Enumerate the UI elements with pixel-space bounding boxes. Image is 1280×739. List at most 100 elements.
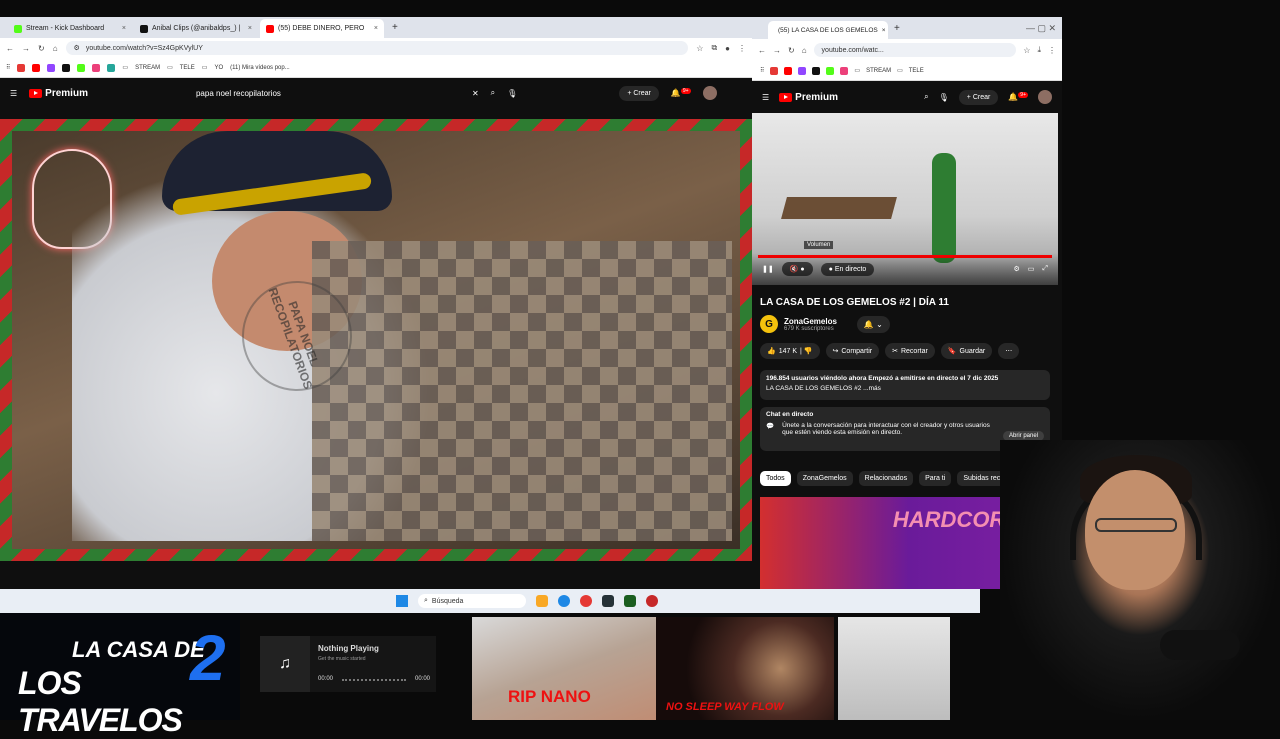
- url-field[interactable]: ⚙ youtube.com/watch?v=Sz4GpKVylUY: [65, 41, 689, 55]
- chip-related[interactable]: Relacionados: [858, 471, 914, 486]
- bookmark-icon[interactable]: [770, 66, 779, 75]
- app-icon[interactable]: [624, 595, 636, 607]
- hamburger-icon[interactable]: ☰: [10, 89, 17, 98]
- bookmark-icon[interactable]: [92, 63, 101, 72]
- menu-icon[interactable]: ⋮: [1048, 46, 1056, 55]
- live-video-player[interactable]: Volumen ❚❚ 🔇 ● ● En directo ⚙ ▭ ⤢: [752, 113, 1058, 285]
- steam-icon[interactable]: [602, 595, 614, 607]
- standing-person: [932, 153, 956, 263]
- chip-channel[interactable]: ZonaGemelos: [796, 471, 853, 486]
- subscribed-bell-button[interactable]: 🔔 ⌄: [856, 315, 890, 333]
- chip-all[interactable]: Todos: [760, 471, 791, 486]
- bookmark-icon[interactable]: [812, 66, 821, 75]
- youtube-icon: [266, 24, 274, 33]
- url-field[interactable]: youtube.com/watc...: [813, 43, 1017, 57]
- mute-icon[interactable]: 🔇 ●: [781, 262, 813, 276]
- avatar[interactable]: [1038, 90, 1052, 104]
- menu-icon[interactable]: ⋮: [738, 44, 746, 53]
- create-button[interactable]: + Crear: [958, 89, 999, 105]
- site-info-icon[interactable]: ⚙: [74, 44, 80, 52]
- back-icon[interactable]: ←: [6, 44, 14, 53]
- bookmark-icon[interactable]: [826, 66, 835, 75]
- window-controls[interactable]: — ▢ ✕: [1026, 23, 1062, 34]
- bookmark-icon[interactable]: [784, 66, 793, 75]
- obs-icon[interactable]: [580, 595, 592, 607]
- channel-avatar[interactable]: G: [760, 315, 778, 333]
- mic-icon[interactable]: 🎙: [939, 93, 949, 102]
- now-playing-subtitle: Get the music started: [318, 656, 366, 662]
- new-tab-button[interactable]: +: [386, 22, 404, 33]
- settings-icon[interactable]: ⚙: [1013, 265, 1019, 273]
- taskbar-search[interactable]: ⌕ Búsqueda: [418, 594, 526, 608]
- extensions-icon[interactable]: ⧉: [711, 43, 717, 53]
- video-player[interactable]: PAPA NOEL RECOPILATORIOS: [0, 119, 752, 561]
- bookmark-icon[interactable]: [107, 63, 116, 72]
- live-badge[interactable]: ● En directo: [820, 262, 875, 276]
- bookmark-folder[interactable]: TELE: [180, 65, 195, 71]
- pause-icon[interactable]: ❚❚: [762, 265, 774, 273]
- bell-icon[interactable]: 🔔 9+: [671, 88, 691, 98]
- close-icon[interactable]: ×: [122, 25, 126, 32]
- bookmark-link[interactable]: (11) Mira vídeos pop...: [230, 65, 290, 71]
- search-input[interactable]: papa noel recopilatorios: [190, 83, 460, 103]
- create-button[interactable]: + Crear: [619, 85, 659, 101]
- back-icon[interactable]: ←: [758, 46, 766, 55]
- close-icon[interactable]: ×: [248, 25, 252, 32]
- star-icon[interactable]: ☆: [1023, 46, 1030, 55]
- chip-for-you[interactable]: Para ti: [919, 471, 952, 486]
- home-icon[interactable]: ⌂: [802, 46, 807, 55]
- clip-button[interactable]: ✂ Recortar: [885, 343, 935, 359]
- hamburger-icon[interactable]: ☰: [762, 93, 769, 102]
- bookmark-icon[interactable]: [77, 63, 86, 72]
- bell-icon[interactable]: 🔔 9+: [1008, 92, 1028, 102]
- share-button[interactable]: ↪ Compartir: [825, 343, 880, 359]
- search-icon[interactable]: ⌕: [924, 92, 928, 102]
- clear-search-icon[interactable]: ✕: [472, 89, 479, 98]
- new-tab-button[interactable]: +: [888, 23, 906, 34]
- search-icon[interactable]: ⌕: [491, 88, 495, 98]
- like-button[interactable]: 👍 147 K | 👎: [760, 343, 820, 359]
- bookmark-icon[interactable]: [840, 66, 849, 75]
- bookmark-icon[interactable]: [798, 66, 807, 75]
- star-icon[interactable]: ☆: [696, 44, 703, 53]
- chrome-icon[interactable]: [558, 595, 570, 607]
- bookmark-icon[interactable]: [32, 63, 41, 72]
- close-icon[interactable]: ×: [882, 27, 886, 34]
- theater-icon[interactable]: ▭: [1028, 265, 1035, 273]
- home-icon[interactable]: ⌂: [53, 44, 58, 53]
- windows-start-icon[interactable]: [396, 595, 408, 607]
- app-icon[interactable]: [646, 595, 658, 607]
- youtube-logo[interactable]: Premium: [29, 88, 88, 99]
- download-icon[interactable]: ⤓: [1037, 45, 1041, 55]
- notification-badge: 9+: [1018, 92, 1028, 99]
- forward-icon[interactable]: →: [22, 44, 30, 53]
- description-box[interactable]: 196.854 usuarios viéndolo ahora Empezó a…: [760, 370, 1050, 400]
- recommended-thumbnail[interactable]: HARDCORE: [760, 497, 1030, 589]
- tab-kick[interactable]: Stream - Kick Dashboard ×: [8, 19, 132, 38]
- forward-icon[interactable]: →: [773, 46, 781, 55]
- bookmark-icon[interactable]: [47, 63, 56, 72]
- reload-icon[interactable]: ↻: [38, 44, 45, 53]
- channel-name[interactable]: ZonaGemelos: [784, 317, 837, 326]
- apps-icon[interactable]: ⠿: [6, 64, 10, 71]
- tab-tiktok[interactable]: Anibal Clips (@anibaldps_) | ×: [134, 19, 258, 38]
- bookmark-icon[interactable]: [17, 63, 26, 72]
- file-explorer-icon[interactable]: [536, 595, 548, 607]
- profile-icon[interactable]: ●: [725, 44, 730, 53]
- mic-icon[interactable]: 🎙: [507, 89, 517, 98]
- fullscreen-icon[interactable]: ⤢: [1042, 265, 1048, 273]
- reload-icon[interactable]: ↻: [788, 46, 795, 55]
- bookmark-folder[interactable]: STREAM: [866, 68, 891, 74]
- more-button[interactable]: ⋯: [998, 343, 1020, 359]
- save-button[interactable]: 🔖 Guardar: [940, 343, 993, 359]
- bookmark-folder[interactable]: YO: [214, 65, 223, 71]
- tab-youtube[interactable]: (55) DEBE DINERO, PERO ×: [260, 19, 384, 38]
- close-icon[interactable]: ×: [374, 25, 378, 32]
- bookmark-folder[interactable]: TELE: [909, 68, 924, 74]
- bookmark-folder[interactable]: STREAM: [135, 65, 160, 71]
- avatar[interactable]: [702, 86, 717, 100]
- bookmark-icon[interactable]: [62, 63, 71, 72]
- tab-youtube[interactable]: (55) LA CASA DE LOS GEMELOS ×: [768, 21, 888, 39]
- youtube-logo[interactable]: Premium: [779, 92, 838, 103]
- apps-icon[interactable]: ⠿: [760, 67, 764, 74]
